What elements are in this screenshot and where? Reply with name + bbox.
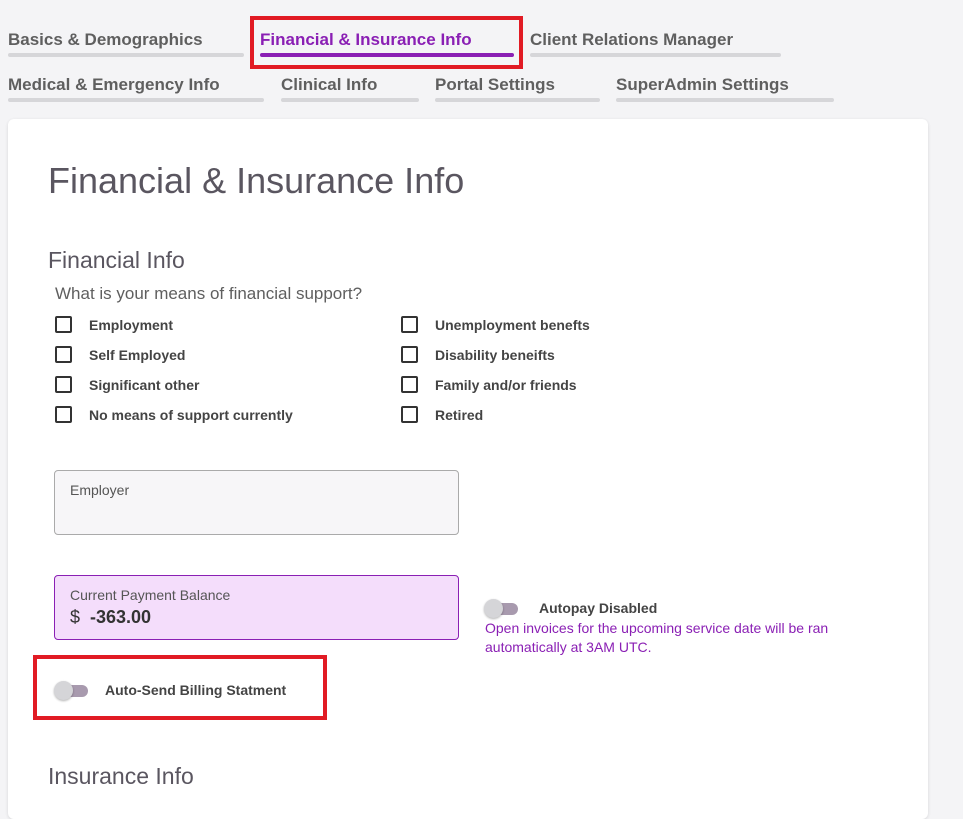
insurance-info-heading: Insurance Info bbox=[48, 763, 194, 789]
checkbox-retired[interactable]: Retired bbox=[401, 406, 483, 423]
current-payment-balance-field[interactable]: Current Payment Balance $ -363.00 bbox=[54, 575, 459, 640]
financial-info-heading: Financial Info bbox=[48, 247, 185, 273]
checkbox-label: Self Employed bbox=[89, 346, 186, 363]
balance-label: Current Payment Balance bbox=[70, 587, 231, 603]
checkbox-box[interactable] bbox=[401, 316, 418, 333]
checkbox-box[interactable] bbox=[401, 346, 418, 363]
checkbox-label: Family and/or friends bbox=[435, 376, 577, 393]
employer-field[interactable]: Employer bbox=[54, 470, 459, 535]
tab-basics-demographics[interactable]: Basics & Demographics bbox=[8, 30, 203, 50]
checkbox-label: Unemployment benefts bbox=[435, 316, 590, 333]
autopay-toggle[interactable] bbox=[484, 598, 520, 618]
highlight-box bbox=[33, 655, 327, 720]
checkbox-label: Employment bbox=[89, 316, 174, 333]
checkbox-no-means-of-support[interactable]: No means of support currently bbox=[55, 406, 293, 423]
tab-portal-settings[interactable]: Portal Settings bbox=[435, 75, 555, 95]
tab-underline bbox=[530, 53, 781, 57]
financial-support-question: What is your means of financial support? bbox=[55, 284, 363, 303]
checkbox-self-employed[interactable]: Self Employed bbox=[55, 346, 185, 363]
checkbox-label: No means of support currently bbox=[89, 406, 293, 423]
checkbox-box[interactable] bbox=[55, 346, 72, 363]
tab-underline bbox=[616, 98, 834, 102]
page-title: Financial & Insurance Info bbox=[48, 160, 465, 201]
checkbox-label: Retired bbox=[435, 406, 484, 423]
checkbox-box[interactable] bbox=[401, 406, 418, 423]
autopay-label: Autopay Disabled bbox=[539, 600, 658, 616]
employer-label: Employer bbox=[70, 482, 130, 498]
tab-underline bbox=[435, 98, 600, 102]
checkbox-disability-benefits[interactable]: Disability beneifts bbox=[401, 346, 555, 363]
highlight-box bbox=[250, 16, 523, 69]
checkbox-label: Significant other bbox=[89, 376, 200, 393]
checkbox-label: Disability beneifts bbox=[435, 346, 555, 363]
currency-symbol: $ bbox=[70, 607, 81, 627]
toggle-knob bbox=[484, 599, 503, 618]
tab-medical-emergency[interactable]: Medical & Emergency Info bbox=[8, 75, 220, 95]
tab-clinical-info[interactable]: Clinical Info bbox=[281, 75, 377, 95]
tab-client-relations[interactable]: Client Relations Manager bbox=[530, 30, 733, 50]
tab-underline bbox=[281, 98, 419, 102]
checkbox-unemployment-benefits[interactable]: Unemployment benefts bbox=[401, 316, 590, 333]
checkbox-significant-other[interactable]: Significant other bbox=[55, 376, 199, 393]
checkbox-box[interactable] bbox=[55, 406, 72, 423]
checkbox-box[interactable] bbox=[401, 376, 418, 393]
autopay-note: Open invoices for the upcoming service d… bbox=[485, 620, 829, 655]
checkbox-box[interactable] bbox=[55, 316, 72, 333]
tab-underline bbox=[8, 53, 244, 57]
tab-underline bbox=[8, 98, 264, 102]
checkbox-family-friends[interactable]: Family and/or friends bbox=[401, 376, 577, 393]
checkbox-employment[interactable]: Employment bbox=[55, 316, 173, 333]
balance-value: -363.00 bbox=[90, 607, 152, 627]
tab-superadmin-settings[interactable]: SuperAdmin Settings bbox=[616, 75, 789, 95]
checkbox-box[interactable] bbox=[55, 376, 72, 393]
